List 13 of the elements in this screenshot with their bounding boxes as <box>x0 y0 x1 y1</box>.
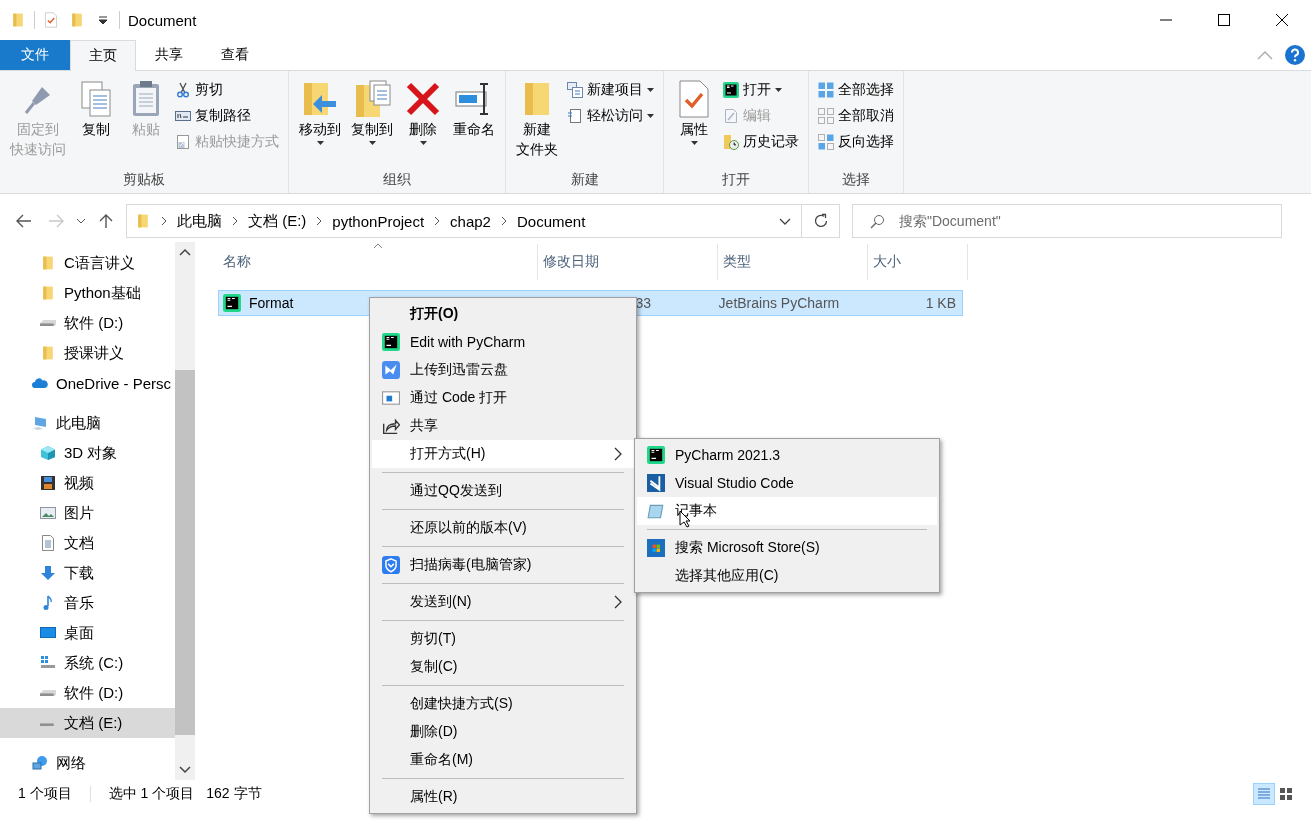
modified-date: 33 <box>635 295 652 311</box>
file-name: Format <box>249 295 294 311</box>
group-label: 剪贴板 <box>122 170 166 189</box>
group-label: 选择 <box>841 170 871 189</box>
file-size: 1 KB <box>925 295 956 311</box>
group-label: 打开 <box>721 170 751 189</box>
selection-count: 选中 1 个项目 <box>108 785 195 803</box>
group-label: 组织 <box>382 170 412 189</box>
file-type: JetBrains PyCharm <box>718 295 840 311</box>
group-label: 新建 <box>569 170 600 189</box>
selection-size: 162 字节 <box>206 785 262 803</box>
item-count: 1 个项目 <box>18 785 72 803</box>
window-title: Document <box>128 11 197 29</box>
